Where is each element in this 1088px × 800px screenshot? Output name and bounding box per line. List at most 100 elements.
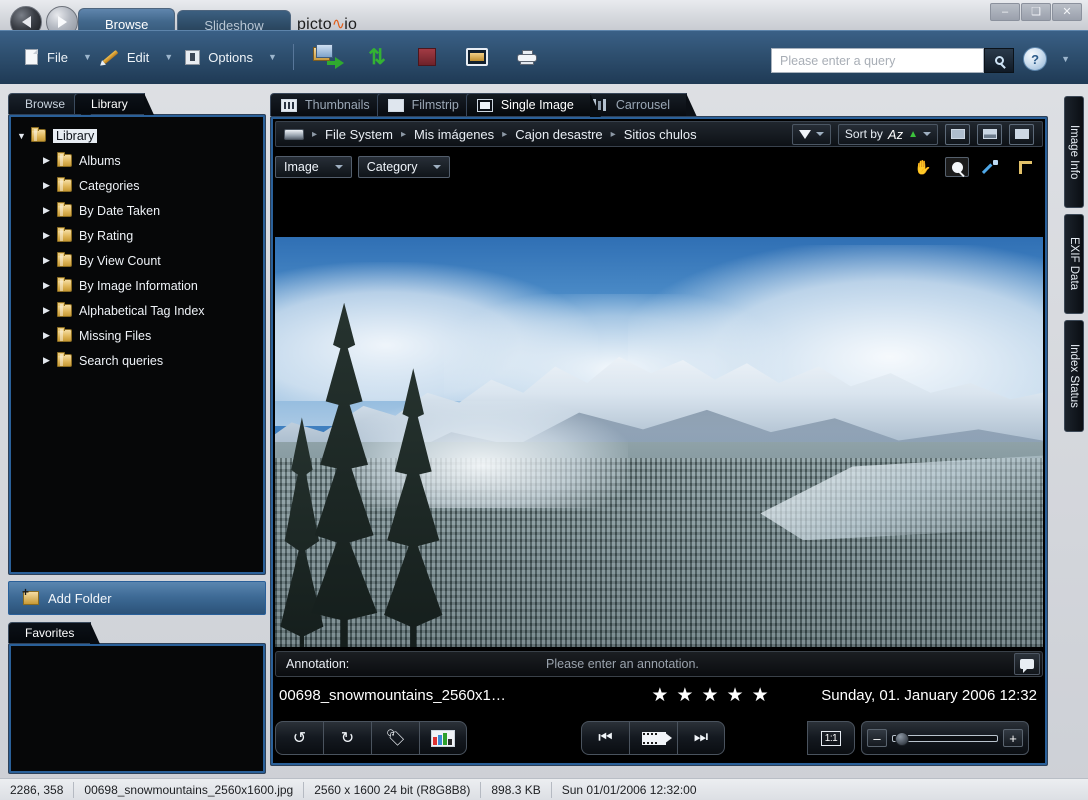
breadcrumb-item-file-system[interactable]: File System [325, 127, 393, 142]
hand-tool-icon[interactable]: ✋ [911, 157, 935, 177]
fullscreen-icon[interactable] [462, 43, 492, 71]
minimize-button[interactable]: – [990, 3, 1020, 21]
chevron-down-icon[interactable]: ▼ [268, 52, 277, 62]
chevron-down-icon[interactable] [815, 132, 824, 136]
histogram-button[interactable] [419, 721, 467, 755]
synchronize-icon[interactable]: ⇅ [362, 43, 392, 71]
chevron-right-icon[interactable]: ▶ [43, 205, 57, 216]
search-icon [994, 56, 1004, 65]
chevron-right-icon[interactable]: ▶ [43, 305, 57, 316]
tab-image-info[interactable]: Image Info [1064, 96, 1084, 208]
sort-by-button[interactable]: Sort by Az ▲ [837, 123, 938, 145]
chevron-right-icon[interactable]: ▶ [43, 230, 57, 241]
last-image-button[interactable]: ⏭ [677, 721, 725, 755]
layout-split-icon[interactable] [977, 123, 1002, 145]
breadcrumb-item-mis-imagenes[interactable]: Mis imágenes [414, 127, 494, 142]
tab-single-image[interactable]: Single Image [465, 93, 601, 117]
print-icon[interactable] [512, 43, 542, 71]
chevron-down-icon[interactable] [923, 132, 931, 136]
rating-stars[interactable]: ★ ★ ★ ★ ★ [605, 684, 815, 707]
chevron-right-icon[interactable]: ▶ [43, 155, 57, 166]
slideshow-button[interactable] [629, 721, 677, 755]
image-viewport[interactable] [275, 213, 1043, 647]
tree-item-search-queries[interactable]: ▶ Search queries [13, 348, 261, 373]
layout-top-icon[interactable] [945, 123, 970, 145]
menu-options[interactable]: Options ▼ [179, 41, 283, 73]
close-button[interactable]: ✕ [1052, 3, 1082, 21]
panel-tab-favorites[interactable]: Favorites [8, 622, 101, 644]
chevron-right-icon[interactable]: ▶ [43, 255, 57, 266]
chevron-right-icon[interactable]: ▶ [43, 355, 57, 366]
tree-item-missing-files[interactable]: ▶ Missing Files [13, 323, 261, 348]
breadcrumb-item-sitios-chulos[interactable]: Sitios chulos [624, 127, 697, 142]
rating-star-1[interactable]: ★ [651, 684, 668, 707]
tab-exif-data[interactable]: EXIF Data [1064, 214, 1084, 314]
search-button[interactable] [984, 48, 1014, 73]
rating-star-4[interactable]: ★ [727, 684, 744, 707]
zoom-tool-icon[interactable] [945, 157, 969, 177]
actual-size-button[interactable]: 1:1 [807, 721, 855, 755]
zoom-slider-track[interactable] [892, 731, 998, 746]
annotation-row[interactable]: Annotation: Please enter an annotation. [275, 651, 1043, 677]
panel-tab-browse[interactable]: Browse [8, 93, 92, 115]
chevron-right-icon[interactable]: ▶ [43, 180, 57, 191]
breadcrumb-item-cajon-desastre[interactable]: Cajon desastre [515, 127, 602, 142]
tree-item-alphabetical-tag-index[interactable]: ▶ Alphabetical Tag Index [13, 298, 261, 323]
annotation-input[interactable]: Please enter an annotation. [546, 657, 1014, 671]
tree-item-by-view-count[interactable]: ▶ By View Count [13, 248, 261, 273]
tab-index-status-label: Index Status [1068, 344, 1080, 408]
photo-snowmountains[interactable] [275, 237, 1043, 647]
menu-edit[interactable]: Edit ▼ [98, 41, 179, 73]
category-filter-button[interactable]: Category [357, 156, 451, 178]
chevron-down-icon[interactable]: ▼ [164, 52, 173, 62]
rating-star-3[interactable]: ★ [701, 684, 718, 707]
menu-file[interactable]: File ▼ [18, 41, 98, 73]
tree-item-by-rating[interactable]: ▶ By Rating [13, 223, 261, 248]
eyedropper-tool-icon[interactable] [979, 157, 1003, 177]
zoom-out-button[interactable]: – [867, 729, 887, 747]
help-area: ? ▼ [1023, 47, 1070, 71]
tag-button[interactable]: 🏷 [371, 721, 419, 755]
tree-item-library[interactable]: ▼ Library [13, 123, 261, 148]
filter-button[interactable] [791, 123, 831, 145]
chevron-down-icon[interactable] [334, 165, 343, 169]
chevron-down-icon[interactable]: ▼ [83, 52, 92, 62]
panel-tab-browse-label: Browse [25, 97, 66, 111]
tree-item-by-date-taken[interactable]: ▶ By Date Taken [13, 198, 261, 223]
first-image-button[interactable]: ⏮ [581, 721, 629, 755]
rating-star-5[interactable]: ★ [752, 684, 769, 707]
image-action-bar: ↺ ↻ 🏷 ⏮ ⏭ 1:1 – + [275, 717, 1043, 759]
help-button[interactable]: ? [1023, 47, 1048, 71]
zoom-slider-control[interactable]: – + [861, 721, 1029, 755]
rotate-left-button[interactable]: ↺ [275, 721, 323, 755]
search-input[interactable]: Please enter a query [771, 48, 984, 73]
chevron-down-icon[interactable]: ▼ [17, 131, 31, 141]
zoom-in-button[interactable]: + [1003, 729, 1023, 747]
layout-full-icon[interactable] [1009, 123, 1034, 145]
panel-tab-library[interactable]: Library [74, 93, 154, 115]
chevron-right-icon[interactable]: ▶ [43, 280, 57, 291]
image-filter-label: Image [284, 160, 319, 174]
tree-item-categories[interactable]: ▶ Categories [13, 173, 261, 198]
tab-filmstrip[interactable]: Filmstrip [376, 93, 487, 117]
favorites-list[interactable] [8, 643, 266, 774]
chevron-down-icon[interactable] [433, 165, 442, 169]
chevron-right-icon[interactable]: ▶ [43, 330, 57, 341]
help-chevron-down-icon[interactable]: ▼ [1061, 54, 1070, 64]
rating-star-2[interactable]: ★ [676, 684, 693, 707]
image-filter-button[interactable]: Image [275, 156, 352, 178]
export-images-icon[interactable] [312, 43, 344, 71]
stop-icon[interactable] [412, 43, 442, 71]
add-folder-button[interactable]: Add Folder [8, 581, 266, 615]
maximize-button[interactable]: ❑ [1021, 3, 1051, 21]
tab-index-status[interactable]: Index Status [1064, 320, 1084, 432]
zoom-slider-thumb[interactable] [895, 731, 909, 746]
rotate-right-button[interactable]: ↻ [323, 721, 371, 755]
tab-thumbnails[interactable]: Thumbnails [270, 93, 397, 117]
annotation-button[interactable] [1014, 653, 1040, 675]
image-filename: 00698_snowmountains_2560x1… [279, 686, 506, 704]
tree-item-albums[interactable]: ▶ Albums [13, 148, 261, 173]
tree-item-by-image-information[interactable]: ▶ By Image Information [13, 273, 261, 298]
crop-tool-icon[interactable] [1013, 157, 1037, 177]
library-tree[interactable]: ▼ Library ▶ Albums ▶ Categories ▶ By Dat… [8, 114, 266, 575]
